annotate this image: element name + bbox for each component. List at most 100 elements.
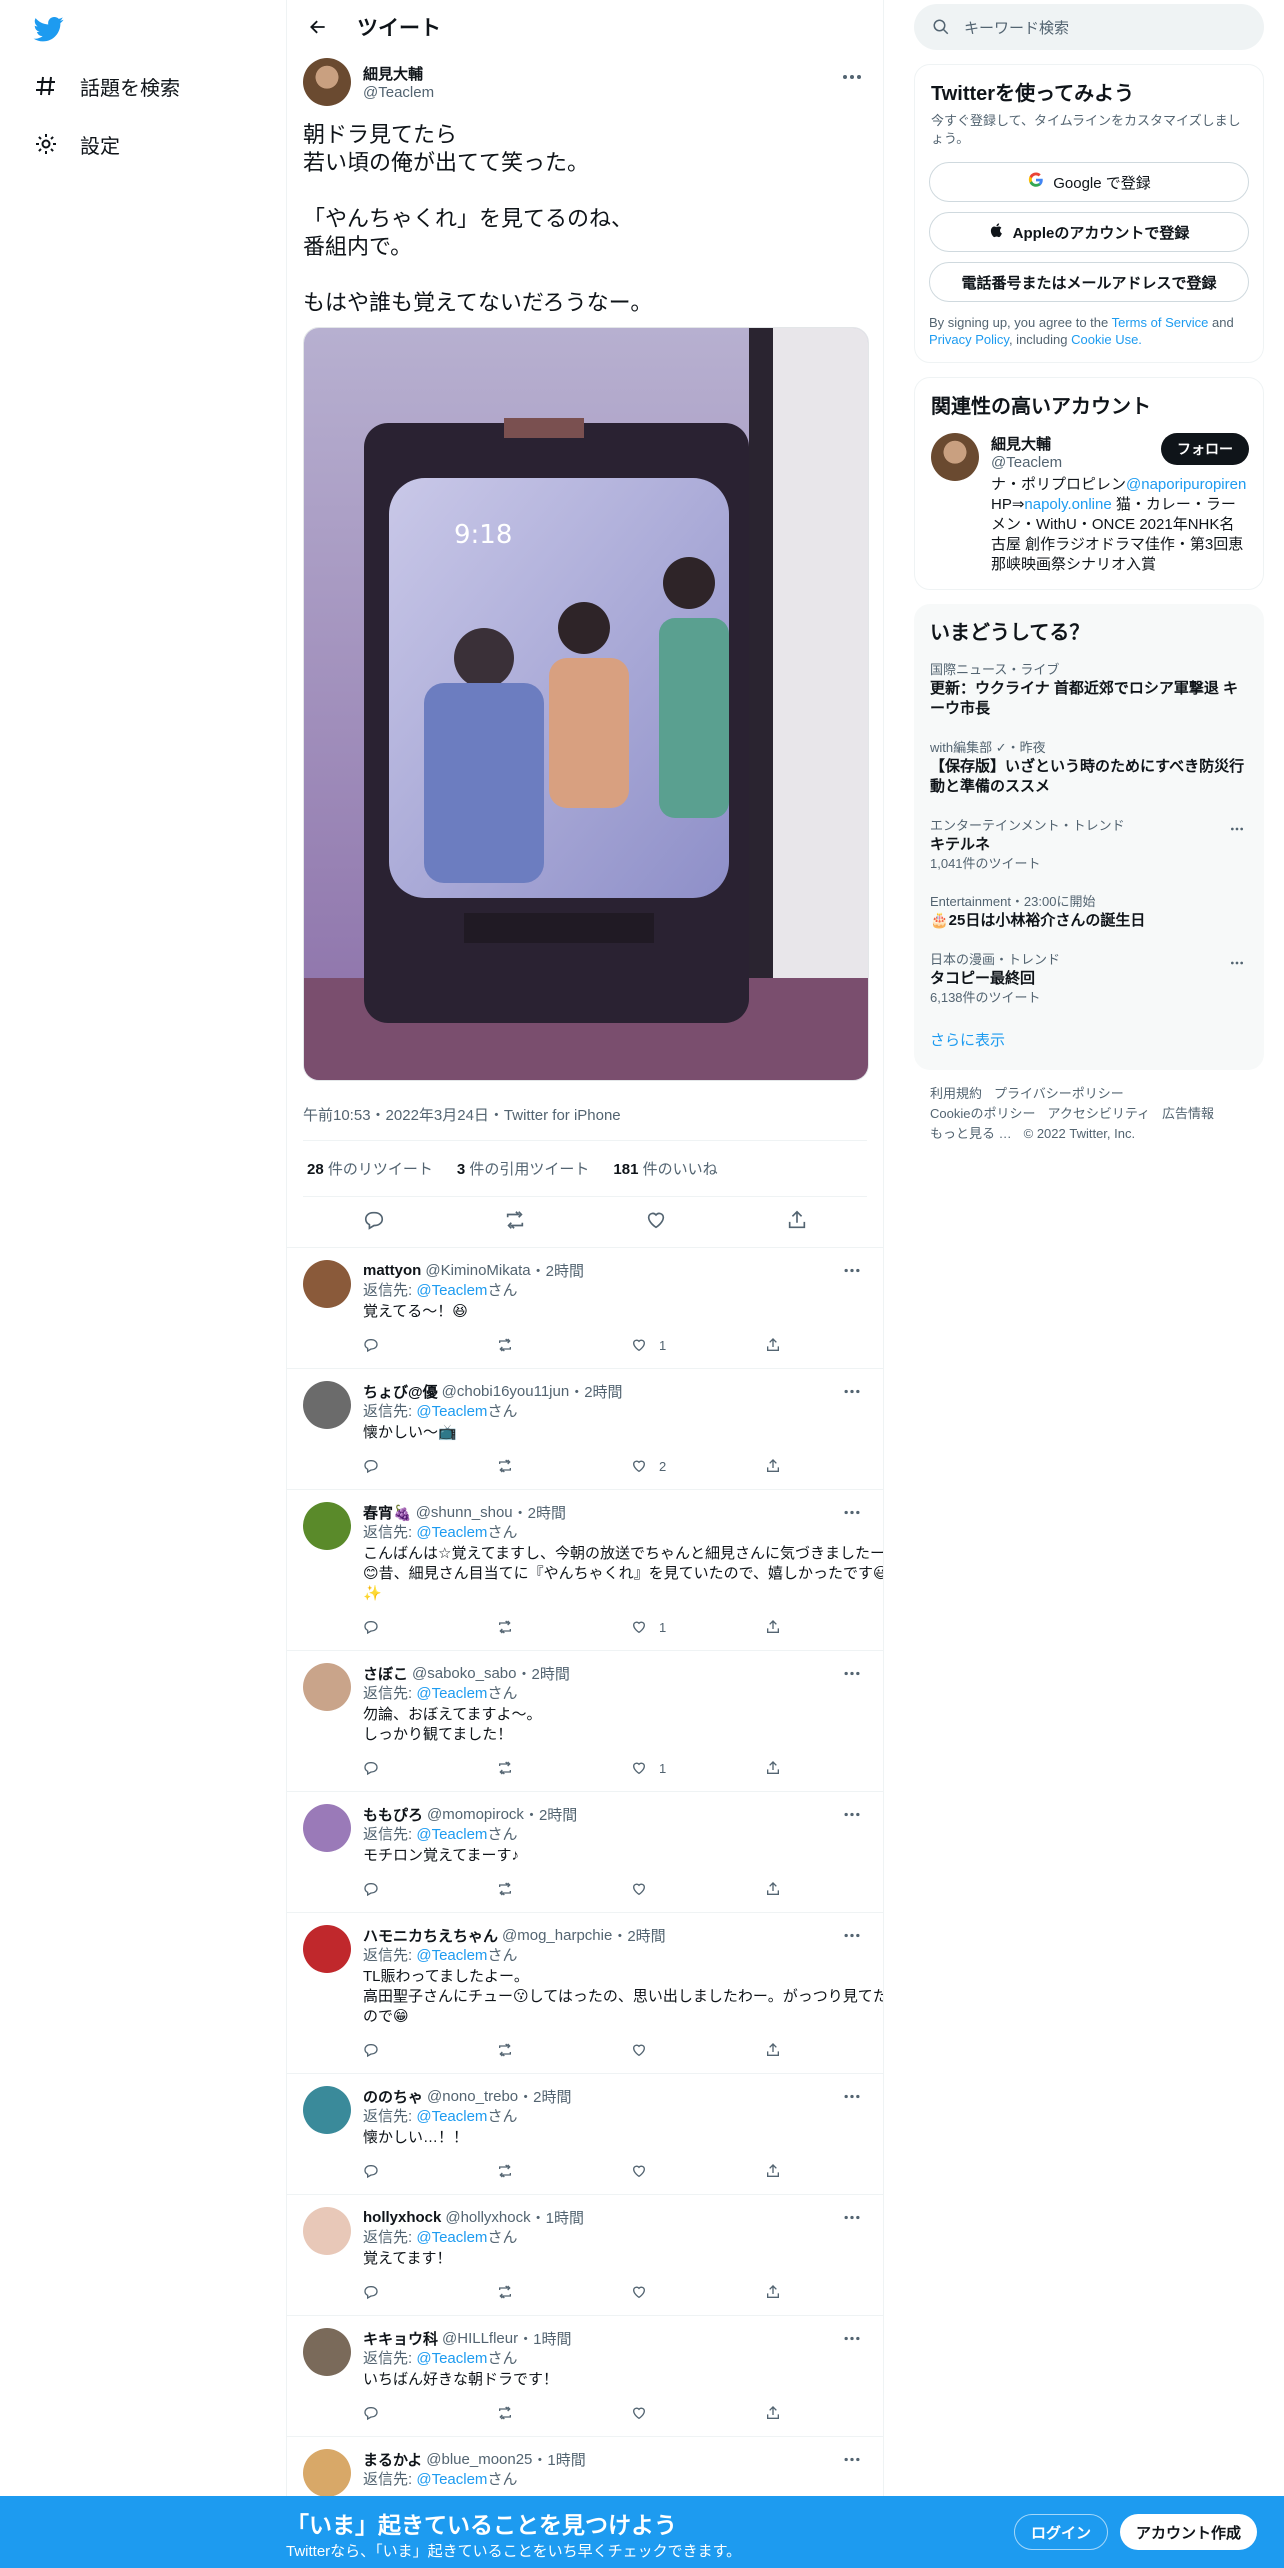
- reply-to-link[interactable]: @Teaclem: [416, 1403, 487, 1420]
- reply-author-handle[interactable]: @hollyxhock: [445, 2209, 530, 2226]
- reply-author-handle[interactable]: @chobi16you11jun: [442, 1383, 570, 1400]
- share-icon[interactable]: [765, 2284, 883, 2300]
- reply-time[interactable]: ・2時間: [524, 1804, 577, 1825]
- retweet-icon[interactable]: [497, 2042, 631, 2058]
- share-icon[interactable]: [765, 1619, 883, 1635]
- reply-to-link[interactable]: @Teaclem: [416, 1685, 487, 1702]
- like-icon[interactable]: 1: [631, 1337, 765, 1353]
- retweet-icon[interactable]: [504, 1209, 526, 1236]
- bio-url-link[interactable]: napoly.online: [1024, 496, 1111, 513]
- back-arrow-icon[interactable]: [303, 12, 333, 42]
- author-handle[interactable]: @Teaclem: [363, 84, 434, 101]
- reply-tweet[interactable]: 春宵🍇 @shunn_shou ・2時間 返信先: @Teaclemさん こんば…: [287, 1489, 883, 1650]
- share-icon[interactable]: [765, 2042, 883, 2058]
- terms-of-service-link[interactable]: Terms of Service: [1112, 315, 1209, 330]
- like-icon[interactable]: [645, 1209, 667, 1236]
- avatar[interactable]: [303, 1502, 351, 1550]
- avatar[interactable]: [303, 2328, 351, 2376]
- trend-item[interactable]: 国際ニュース・ライブ 更新：ウクライナ 首都近郊でロシア軍撃退 キーウ市長: [914, 651, 1264, 729]
- cookie-use-link[interactable]: Cookie Use.: [1071, 332, 1142, 347]
- reply-author-name[interactable]: ののちゃ: [363, 2086, 423, 2107]
- like-icon[interactable]: 2: [631, 1458, 765, 1474]
- reply-to-link[interactable]: @Teaclem: [416, 2229, 487, 2246]
- login-button[interactable]: ログイン: [1014, 2514, 1109, 2550]
- reply-icon[interactable]: [363, 1458, 497, 1474]
- reply-to-link[interactable]: @Teaclem: [416, 1947, 487, 1964]
- avatar[interactable]: [303, 58, 351, 106]
- reply-author-name[interactable]: ハモニカちえちゃん: [363, 1925, 498, 1946]
- more-options-icon[interactable]: [837, 1379, 867, 1403]
- reply-author-name[interactable]: ももぴろ: [363, 1804, 423, 1825]
- more-options-icon[interactable]: [837, 1802, 867, 1826]
- privacy-policy-link[interactable]: Privacy Policy: [929, 332, 1009, 347]
- retweets-stat[interactable]: 28 件のリツイート: [307, 1158, 433, 1179]
- footer-accessibility-link[interactable]: アクセシビリティ: [1047, 1106, 1150, 1121]
- retweet-icon[interactable]: [497, 1760, 631, 1776]
- avatar[interactable]: [303, 1804, 351, 1852]
- like-icon[interactable]: 1: [631, 1760, 765, 1776]
- quotes-stat[interactable]: 3 件の引用ツイート: [457, 1158, 590, 1179]
- reply-tweet[interactable]: hollyxhock @hollyxhock ・1時間 返信先: @Teacle…: [287, 2194, 883, 2315]
- trend-item[interactable]: with編集部 ✓・昨夜 【保存版】いざという時のためにすべき防災行動と準備のス…: [914, 729, 1264, 807]
- nav-explore[interactable]: 話題を検索: [34, 64, 180, 108]
- footer-ads-link[interactable]: 広告情報: [1162, 1106, 1214, 1121]
- reply-icon[interactable]: [363, 2163, 497, 2179]
- share-icon[interactable]: [765, 2163, 883, 2179]
- more-options-icon[interactable]: [837, 1923, 867, 1947]
- avatar[interactable]: [303, 1663, 351, 1711]
- reply-time[interactable]: ・2時間: [513, 1502, 566, 1523]
- reply-to-link[interactable]: @Teaclem: [416, 1826, 487, 1843]
- reply-author-handle[interactable]: @blue_moon25: [426, 2451, 532, 2468]
- reply-icon[interactable]: [363, 2284, 497, 2300]
- like-icon[interactable]: [631, 2042, 765, 2058]
- bio-mention-link[interactable]: @naporipuropiren: [1126, 476, 1246, 493]
- reply-author-handle[interactable]: @mog_harpchie: [502, 1927, 612, 1944]
- avatar[interactable]: [303, 2207, 351, 2255]
- avatar[interactable]: [303, 1381, 351, 1429]
- retweet-icon[interactable]: [497, 1337, 631, 1353]
- more-options-icon[interactable]: [837, 1500, 867, 1524]
- reply-tweet[interactable]: ちょび@優 @chobi16you11jun ・2時間 返信先: @Teacle…: [287, 1368, 883, 1489]
- related-account[interactable]: 細見大輔 @Teaclem ナ・ポリプロピレン@naporipuropiren …: [915, 425, 1263, 589]
- show-more-link[interactable]: さらに表示: [914, 1017, 1264, 1070]
- retweet-icon[interactable]: [497, 1619, 631, 1635]
- reply-icon[interactable]: [363, 1619, 497, 1635]
- retweet-icon[interactable]: [497, 1881, 631, 1897]
- like-icon[interactable]: [631, 2284, 765, 2300]
- footer-terms-link[interactable]: 利用規約: [930, 1086, 982, 1101]
- share-icon[interactable]: [765, 1881, 883, 1897]
- avatar[interactable]: [931, 433, 979, 481]
- follow-button[interactable]: フォロー: [1161, 433, 1249, 465]
- reply-time[interactable]: ・1時間: [518, 2328, 571, 2349]
- like-icon[interactable]: [631, 2163, 765, 2179]
- reply-author-name[interactable]: まるかよ: [363, 2449, 422, 2470]
- footer-more-link[interactable]: もっと見る …: [930, 1126, 1012, 1141]
- reply-time[interactable]: ・2時間: [516, 1663, 569, 1684]
- reply-author-name[interactable]: キキョウ科: [363, 2328, 438, 2349]
- search-input[interactable]: キーワード検索: [914, 4, 1264, 50]
- apple-signup-button[interactable]: Appleのアカウントで登録: [929, 212, 1249, 252]
- likes-stat[interactable]: 181 件のいいね: [613, 1158, 717, 1179]
- reply-to-link[interactable]: @Teaclem: [416, 1282, 487, 1299]
- reply-to-link[interactable]: @Teaclem: [416, 1524, 487, 1541]
- more-options-icon[interactable]: [837, 2205, 867, 2229]
- reply-tweet[interactable]: さぼこ @saboko_sabo ・2時間 返信先: @Teaclemさん 勿論…: [287, 1650, 883, 1791]
- share-icon[interactable]: [765, 1337, 883, 1353]
- reply-time[interactable]: ・2時間: [518, 2086, 571, 2107]
- reply-to-link[interactable]: @Teaclem: [416, 2108, 487, 2125]
- footer-privacy-link[interactable]: プライバシーポリシー: [994, 1086, 1124, 1101]
- more-options-icon[interactable]: [837, 1661, 867, 1685]
- more-options-icon[interactable]: [837, 2447, 867, 2471]
- like-icon[interactable]: [631, 2405, 765, 2421]
- like-icon[interactable]: [631, 1881, 765, 1897]
- reply-icon[interactable]: [363, 1209, 385, 1236]
- avatar[interactable]: [303, 2086, 351, 2134]
- phone-signup-button[interactable]: 電話番号またはメールアドレスで登録: [929, 262, 1249, 302]
- reply-author-name[interactable]: hollyxhock: [363, 2209, 441, 2226]
- reply-icon[interactable]: [363, 2042, 497, 2058]
- trend-item[interactable]: Entertainment・23:00に開始 🎂25日は小林裕介さんの誕生日: [914, 883, 1264, 941]
- reply-time[interactable]: ・2時間: [531, 1260, 584, 1281]
- footer-cookie-link[interactable]: Cookieのポリシー: [930, 1106, 1035, 1121]
- reply-time[interactable]: ・2時間: [569, 1381, 622, 1402]
- retweet-icon[interactable]: [497, 2284, 631, 2300]
